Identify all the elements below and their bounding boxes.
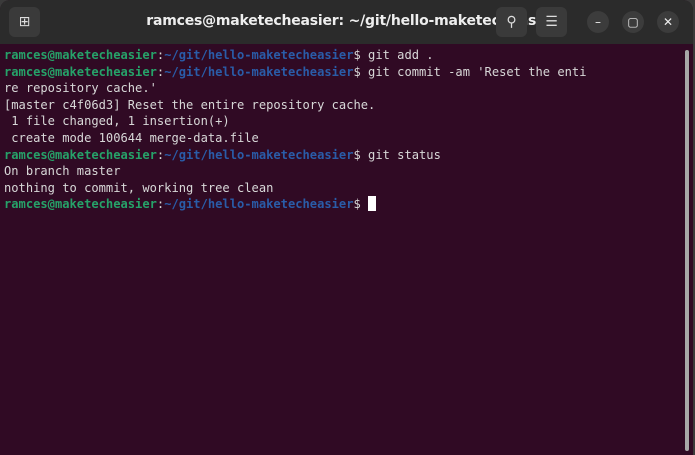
command-text: git status (360, 147, 441, 162)
title-bar: ⊞ ramces@maketecheasier: ~/git/hello-mak… (0, 0, 693, 44)
command-text (361, 197, 368, 211)
output-line: nothing to commit, working tree clean (4, 180, 274, 195)
terminal-output[interactable]: ramces@maketecheasier:~/git/hello-makete… (4, 47, 681, 455)
prompt-sym: $ (353, 147, 361, 162)
menu-icon: ☰ (545, 14, 558, 30)
prompt-sym: $ (353, 64, 361, 79)
close-icon: ✕ (662, 15, 674, 29)
prompt-line: ramces@maketecheasier:~/git/hello-makete… (4, 47, 681, 64)
prompt-line: ramces@maketecheasier:~/git/hello-makete… (4, 147, 681, 164)
prompt-line: ramces@maketecheasier:~/git/hello-makete… (4, 64, 681, 81)
search-button[interactable]: ⚲ (496, 7, 527, 37)
prompt-path: ~/git/hello-maketecheasier (164, 64, 354, 79)
terminal-window: ⊞ ramces@maketecheasier: ~/git/hello-mak… (0, 0, 693, 455)
minimize-button[interactable]: – (587, 11, 609, 33)
prompt-path: ~/git/hello-maketecheasier (164, 147, 354, 162)
prompt-user: ramces@maketecheasier (4, 147, 157, 162)
output-line: On branch master (4, 164, 121, 179)
command-text: git add . (360, 48, 434, 62)
maximize-button[interactable]: ▢ (622, 11, 644, 33)
maximize-icon: ▢ (627, 15, 639, 29)
prompt-path: ~/git/hello-maketecheasier (164, 197, 354, 212)
cursor (368, 196, 377, 212)
close-button[interactable]: ✕ (657, 11, 679, 33)
prompt-user: ramces@maketecheasier (4, 48, 157, 62)
prompt-sym: $ (353, 197, 361, 212)
output-line: 1 file changed, 1 insertion(+) (4, 114, 230, 129)
output-line: re repository cache.' (4, 81, 157, 96)
prompt-sym: $ (353, 48, 361, 62)
command-text: git commit -am 'Reset the enti (360, 64, 587, 79)
output-line: create mode 100644 merge-data.file (4, 130, 259, 145)
prompt-line: ramces@maketecheasier:~/git/hello-makete… (4, 196, 681, 213)
prompt-path: ~/git/hello-maketecheasier (164, 48, 354, 62)
scrollbar[interactable] (685, 50, 689, 451)
output-line: [master c4f06d3] Reset the entire reposi… (4, 97, 376, 112)
prompt-user: ramces@maketecheasier (4, 197, 157, 212)
menu-button[interactable]: ☰ (536, 7, 567, 37)
search-icon: ⚲ (506, 14, 517, 30)
minimize-icon: – (595, 15, 601, 29)
prompt-user: ramces@maketecheasier (4, 64, 157, 79)
